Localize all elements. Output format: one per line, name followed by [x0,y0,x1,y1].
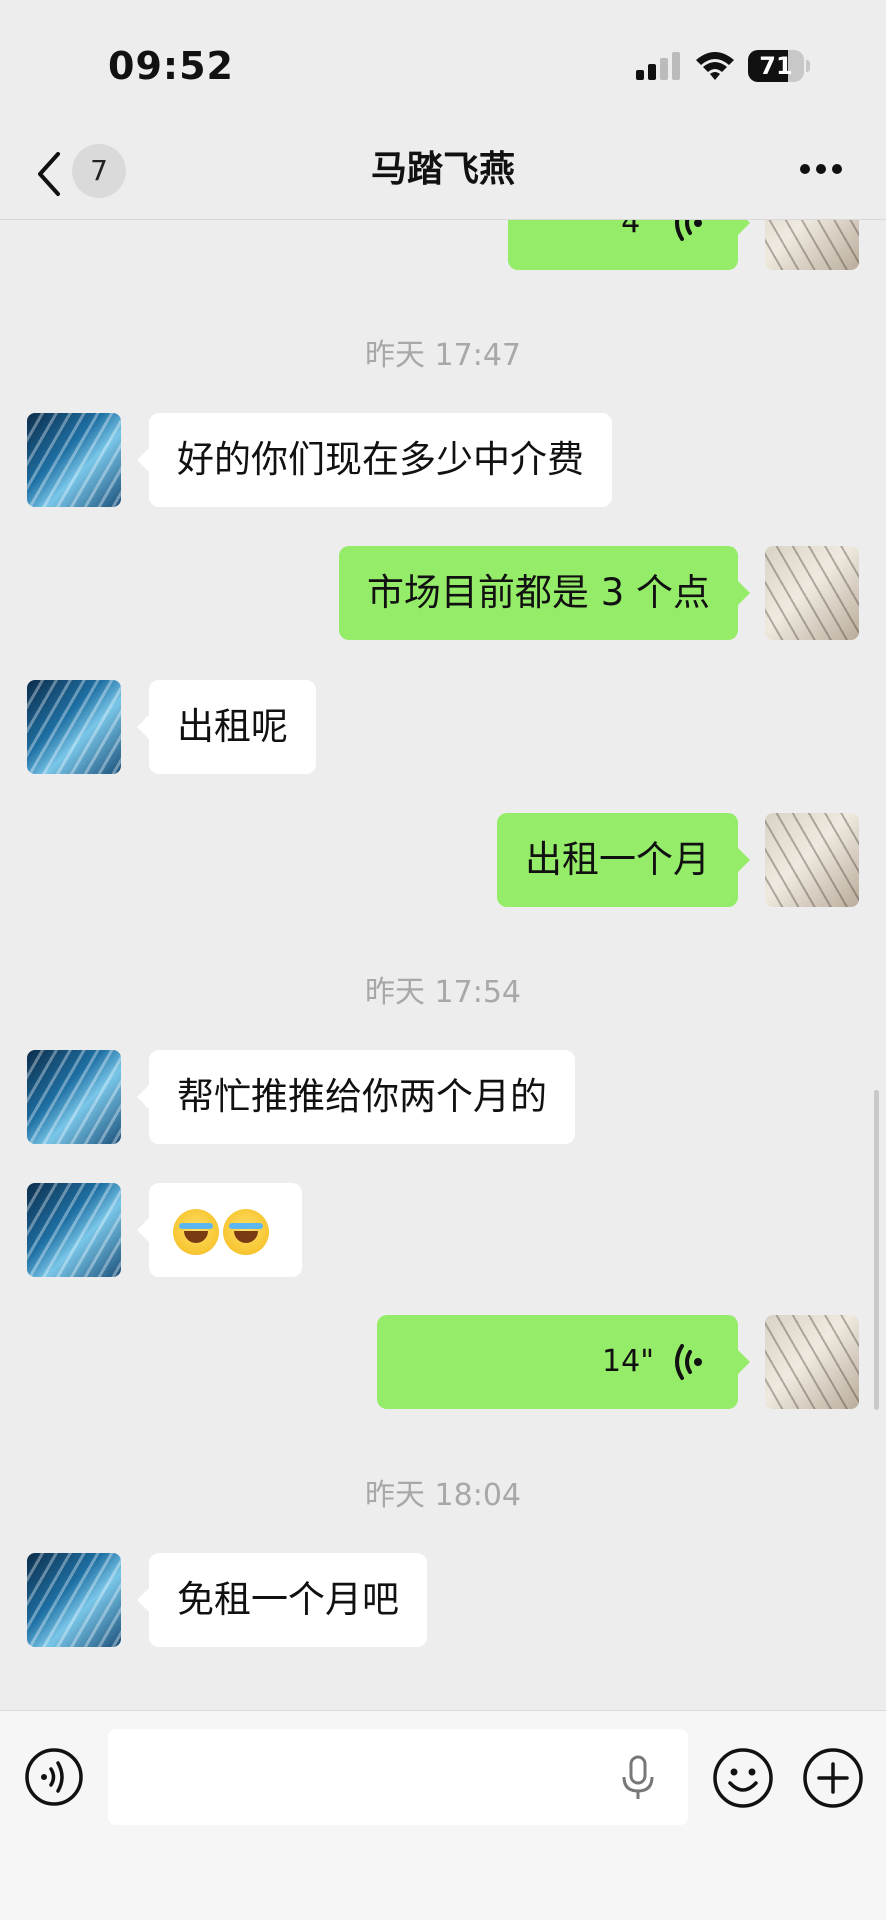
microphone-icon[interactable] [620,1755,656,1801]
message-timestamp: 昨天 17:47 [365,338,521,373]
contact-avatar[interactable] [27,1050,121,1144]
my-avatar[interactable] [765,546,859,640]
my-avatar[interactable] [765,813,859,907]
emoji-icon[interactable] [712,1747,774,1809]
voice-message[interactable]: 14" [377,1315,750,1409]
signal-icon [636,52,680,80]
voice-message[interactable]: 4" [508,220,750,270]
voice-duration: 14" [602,1344,654,1379]
my-avatar[interactable] [765,1315,859,1409]
voice-message-icon [675,220,702,241]
incoming-message[interactable]: 好的你们现在多少中介费 [137,413,612,507]
contact-avatar[interactable] [27,1553,121,1647]
wifi-icon [696,52,734,80]
more-icon[interactable] [798,162,844,176]
voice-duration: 4" [621,220,654,240]
contact-avatar[interactable] [27,413,121,507]
battery-percent: 71 [759,52,793,80]
chat-header: 马踏飞燕 7 [0,130,886,220]
message-timestamp: 昨天 17:54 [365,975,521,1010]
laughing-crying-emoji [173,1208,219,1255]
incoming-message[interactable]: 帮忙推推给你两个月的 [137,1050,575,1144]
unread-count-badge[interactable]: 7 [72,144,126,198]
contact-avatar[interactable] [27,1183,121,1277]
outgoing-message[interactable]: 出租一个月 [497,813,750,907]
outgoing-message[interactable]: 市场目前都是 3 个点 [338,546,751,640]
input-bar [0,1710,886,1920]
message-list[interactable]: 4" 昨天 17:47 好的你们现在多少中介费 市场目前都是 3 个点 出租呢 … [0,220,886,1710]
voice-message-icon [675,1344,702,1380]
incoming-message[interactable]: 出租呢 [137,680,316,774]
laughing-crying-emoji [223,1208,269,1255]
incoming-message[interactable]: 免租一个月吧 [137,1553,427,1647]
message-input[interactable] [108,1729,688,1825]
status-bar: 09:52 71 [0,0,886,130]
scrollbar[interactable] [874,1090,879,1410]
battery-indicator: 71 [748,50,810,82]
message-timestamp: 昨天 18:04 [365,1478,521,1513]
contact-avatar[interactable] [27,680,121,774]
status-time: 09:52 [108,44,234,88]
my-avatar[interactable] [765,220,859,270]
plus-icon[interactable] [802,1747,864,1809]
emoji-message[interactable] [137,1183,302,1277]
back-icon[interactable] [34,150,62,198]
chat-title: 马踏飞燕 [370,149,515,190]
voice-mode-icon[interactable] [24,1747,84,1807]
